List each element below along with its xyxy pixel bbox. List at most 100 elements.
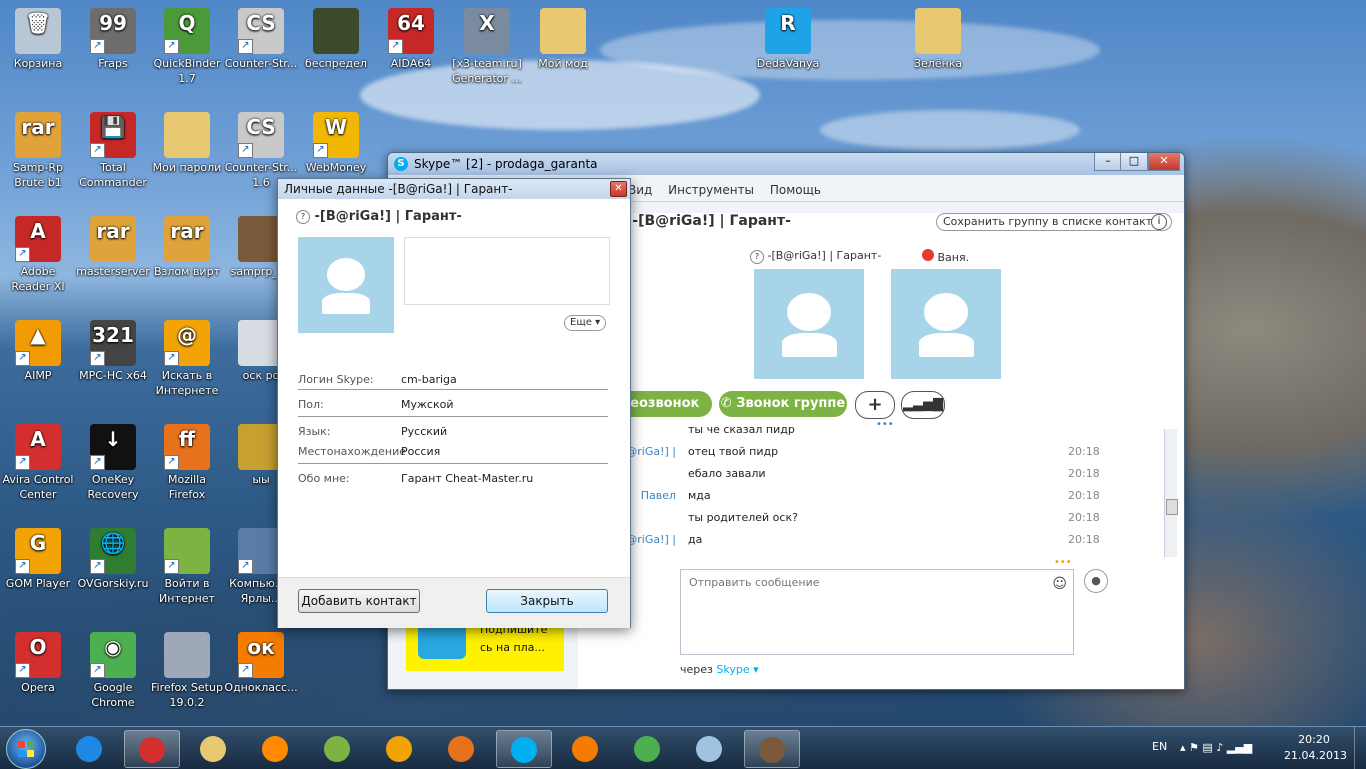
desktop-icon-onekey[interactable]: ↓ ↗ OneKey Recovery xyxy=(75,418,151,502)
clock-date[interactable]: 21.04.2013 xyxy=(1284,749,1347,762)
desktop-icon-fraps[interactable]: 99 ↗ Fraps xyxy=(75,2,151,71)
desktop-icon-aida64[interactable]: 64 ↗ AIDA64 xyxy=(373,2,449,71)
cs2-icon: CS ↗ xyxy=(238,112,284,158)
desktop-icon-chrome[interactable]: ◉ ↗ Google Chrome xyxy=(75,626,151,710)
message-scrollbar[interactable] xyxy=(1164,429,1178,557)
participant-2-avatar[interactable] xyxy=(891,269,1001,379)
taskbar-item-odnoklassniki[interactable] xyxy=(558,730,612,766)
desktop-icon-recycle[interactable]: 🗑 Корзина xyxy=(0,2,76,71)
taskbar-item-explorer[interactable] xyxy=(186,730,240,766)
profile-dialog-titlebar[interactable]: Личные данные -[B@riGa!] | Гарант- ✕ xyxy=(278,179,630,199)
taskbar-item-mediaplayer[interactable] xyxy=(248,730,302,766)
desktop-icon-quickbinder[interactable]: Q ↗ QuickBinder 1.7 xyxy=(149,2,225,86)
desktop-icon-odnoklass[interactable]: ок ↗ Однокласс... xyxy=(223,626,299,695)
chevron-up-icon[interactable]: ▴ xyxy=(1180,741,1186,754)
show-desktop-button[interactable] xyxy=(1354,727,1366,769)
close-dialog-button[interactable]: ✕ xyxy=(610,181,627,197)
shortcut-arrow-icon: ↗ xyxy=(15,455,30,470)
message-row[interactable]: ебало завали 20:18 xyxy=(588,463,1168,485)
scrollbar-thumb[interactable] xyxy=(1166,499,1178,515)
taskbar-item-chrome[interactable] xyxy=(620,730,674,766)
message-row[interactable]: -[B@riGa!] | отец твой пидр 20:18 xyxy=(588,441,1168,463)
flag-icon[interactable]: ⚑ xyxy=(1189,741,1199,754)
chevron-down-icon[interactable]: ▾ xyxy=(753,663,759,676)
message-row[interactable]: -[B@riGa!] | да 20:18 xyxy=(588,529,1168,551)
desktop-icon-bespredel[interactable]: беспредел xyxy=(298,2,374,71)
emoticon-icon[interactable]: ☺ xyxy=(1052,576,1067,592)
desktop-icon-webmoney[interactable]: W ↗ WebMoney xyxy=(298,106,374,175)
taskbar-item-internet[interactable] xyxy=(310,730,364,766)
via-skype: через Skype ▾ xyxy=(680,663,759,676)
maximize-button[interactable]: □ xyxy=(1120,153,1148,171)
desktop-icon-avira[interactable]: A ↗ Avira Control Center xyxy=(0,418,76,502)
message-input[interactable]: Отправить сообщение ☺ xyxy=(680,569,1074,655)
desktop-icon-search[interactable]: @ ↗ Искать в Интернете xyxy=(149,314,225,398)
message-row[interactable]: Павел мда 20:18 xyxy=(588,485,1168,507)
signal-tray-icon[interactable]: ▂▄▆ xyxy=(1227,741,1252,754)
odnoklass-icon: ок ↗ xyxy=(238,632,284,678)
tray-icons[interactable]: ▴ ⚑ ▤ ♪ ▂▄▆ xyxy=(1180,741,1252,754)
taskbar-item-opera[interactable] xyxy=(124,730,180,768)
taskbar-item-firefox[interactable] xyxy=(434,730,488,766)
shortcut-arrow-icon: ↗ xyxy=(90,663,105,678)
desktop-icon-mymod[interactable]: Мой мод xyxy=(525,2,601,71)
menu-tools[interactable]: Инструменты xyxy=(668,183,754,197)
message-list[interactable]: ты че сказал пидр -[B@riGa!] | отец твой п… xyxy=(588,425,1168,557)
taskbar-item-ie[interactable] xyxy=(62,730,116,766)
via-skype-link[interactable]: Skype xyxy=(716,663,749,676)
desktop-icon-passwords[interactable]: Мои пароли xyxy=(149,106,225,175)
volume-icon[interactable]: ♪ xyxy=(1216,741,1223,754)
profile-dialog[interactable]: Личные данные -[B@riGa!] | Гарант- ✕ ? -… xyxy=(277,178,631,628)
desktop-icon-aimp[interactable]: ▲ ↗ AIMP xyxy=(0,314,76,383)
desktop-icon-totalcmd[interactable]: 💾 ↗ Total Commander xyxy=(75,106,151,190)
desktop-icon-dedavanya[interactable]: R DedaVanya xyxy=(750,2,826,71)
close-window-button[interactable]: ✕ xyxy=(1148,153,1180,171)
menu-help[interactable]: Помощь xyxy=(770,183,821,197)
minimize-button[interactable]: – xyxy=(1094,153,1122,171)
language-indicator[interactable]: EN xyxy=(1152,740,1167,753)
start-button[interactable] xyxy=(6,729,46,769)
desktop-icon-label: Mozilla Firefox xyxy=(168,473,206,501)
network-icon[interactable]: ▤ xyxy=(1202,741,1212,754)
call-quality-button[interactable]: ▂▃▅▇ xyxy=(901,391,945,419)
participant-1-avatar[interactable] xyxy=(754,269,864,379)
desktop-icon-cs1[interactable]: CS ↗ Counter-Str... xyxy=(223,2,299,71)
save-group-button[interactable]: Сохранить группу в списке контактов xyxy=(936,213,1173,231)
shortcut-arrow-icon: ↗ xyxy=(164,455,179,470)
opera-icon: O ↗ xyxy=(15,632,61,678)
menu-view[interactable]: Вид xyxy=(628,183,652,197)
desktop-icon-ffsetup[interactable]: Firefox Setup 19.0.2 xyxy=(149,626,225,710)
profile-avatar[interactable] xyxy=(298,237,394,333)
taskbar-item-samp[interactable] xyxy=(744,730,800,768)
clock-time[interactable]: 20:20 xyxy=(1284,733,1344,746)
message-row[interactable]: ты че сказал пидр xyxy=(588,425,1168,441)
skype-titlebar[interactable]: S Skype™ [2] - prodaga_garanta – □ ✕ xyxy=(388,153,1184,175)
taskbar-item-skype[interactable] xyxy=(496,730,552,768)
group-call-button[interactable]: ✆ Звонок группе xyxy=(719,391,847,417)
desktop-icon-masterserver[interactable]: rar masterserver xyxy=(75,210,151,279)
shortcut-arrow-icon: ↗ xyxy=(388,39,403,54)
taskbar-item-search[interactable] xyxy=(372,730,426,766)
desktop-icon-adobe[interactable]: A ↗ Adobe Reader XI xyxy=(0,210,76,294)
desktop-icon-samprp[interactable]: rar Samp-Rp Brute b1 xyxy=(0,106,76,190)
desktop-icon-x3team[interactable]: X [x3-team.ru] Generator ... xyxy=(449,2,525,86)
message-row[interactable]: ты родителей оск? 20:18 xyxy=(588,507,1168,529)
desktop-icon-opera[interactable]: O ↗ Opera xyxy=(0,626,76,695)
desktop-icon-vzlom[interactable]: rar Взлом вирт xyxy=(149,210,225,279)
send-icon[interactable]: ● xyxy=(1084,569,1108,593)
add-contact-button[interactable]: Добавить контакт xyxy=(298,589,420,613)
message-text: ты родителей оск? xyxy=(688,511,798,524)
desktop-icon-ovgorskiy[interactable]: 🌐 ↗ OVGorskiy.ru xyxy=(75,522,151,591)
desktop-icon-firefox[interactable]: ff ↗ Mozilla Firefox xyxy=(149,418,225,502)
info-icon[interactable]: i xyxy=(1151,214,1167,230)
taskbar-item-app-blue[interactable] xyxy=(682,730,736,766)
desktop-icon-internet[interactable]: ↗ Войти в Интернет xyxy=(149,522,225,606)
signal-icon: ▂▃▅▇ xyxy=(903,397,943,412)
desktop-icon-zelenka[interactable]: Зелёнка xyxy=(900,2,976,71)
desktop-icon-gom[interactable]: G ↗ GOM Player xyxy=(0,522,76,591)
mymod-icon xyxy=(540,8,586,54)
desktop-icon-mpchc[interactable]: 321 ↗ MPC-HC x64 xyxy=(75,314,151,383)
more-button[interactable]: Еще ▾ xyxy=(564,315,607,331)
add-participant-button[interactable]: + xyxy=(855,391,895,419)
close-button[interactable]: Закрыть xyxy=(486,589,608,613)
